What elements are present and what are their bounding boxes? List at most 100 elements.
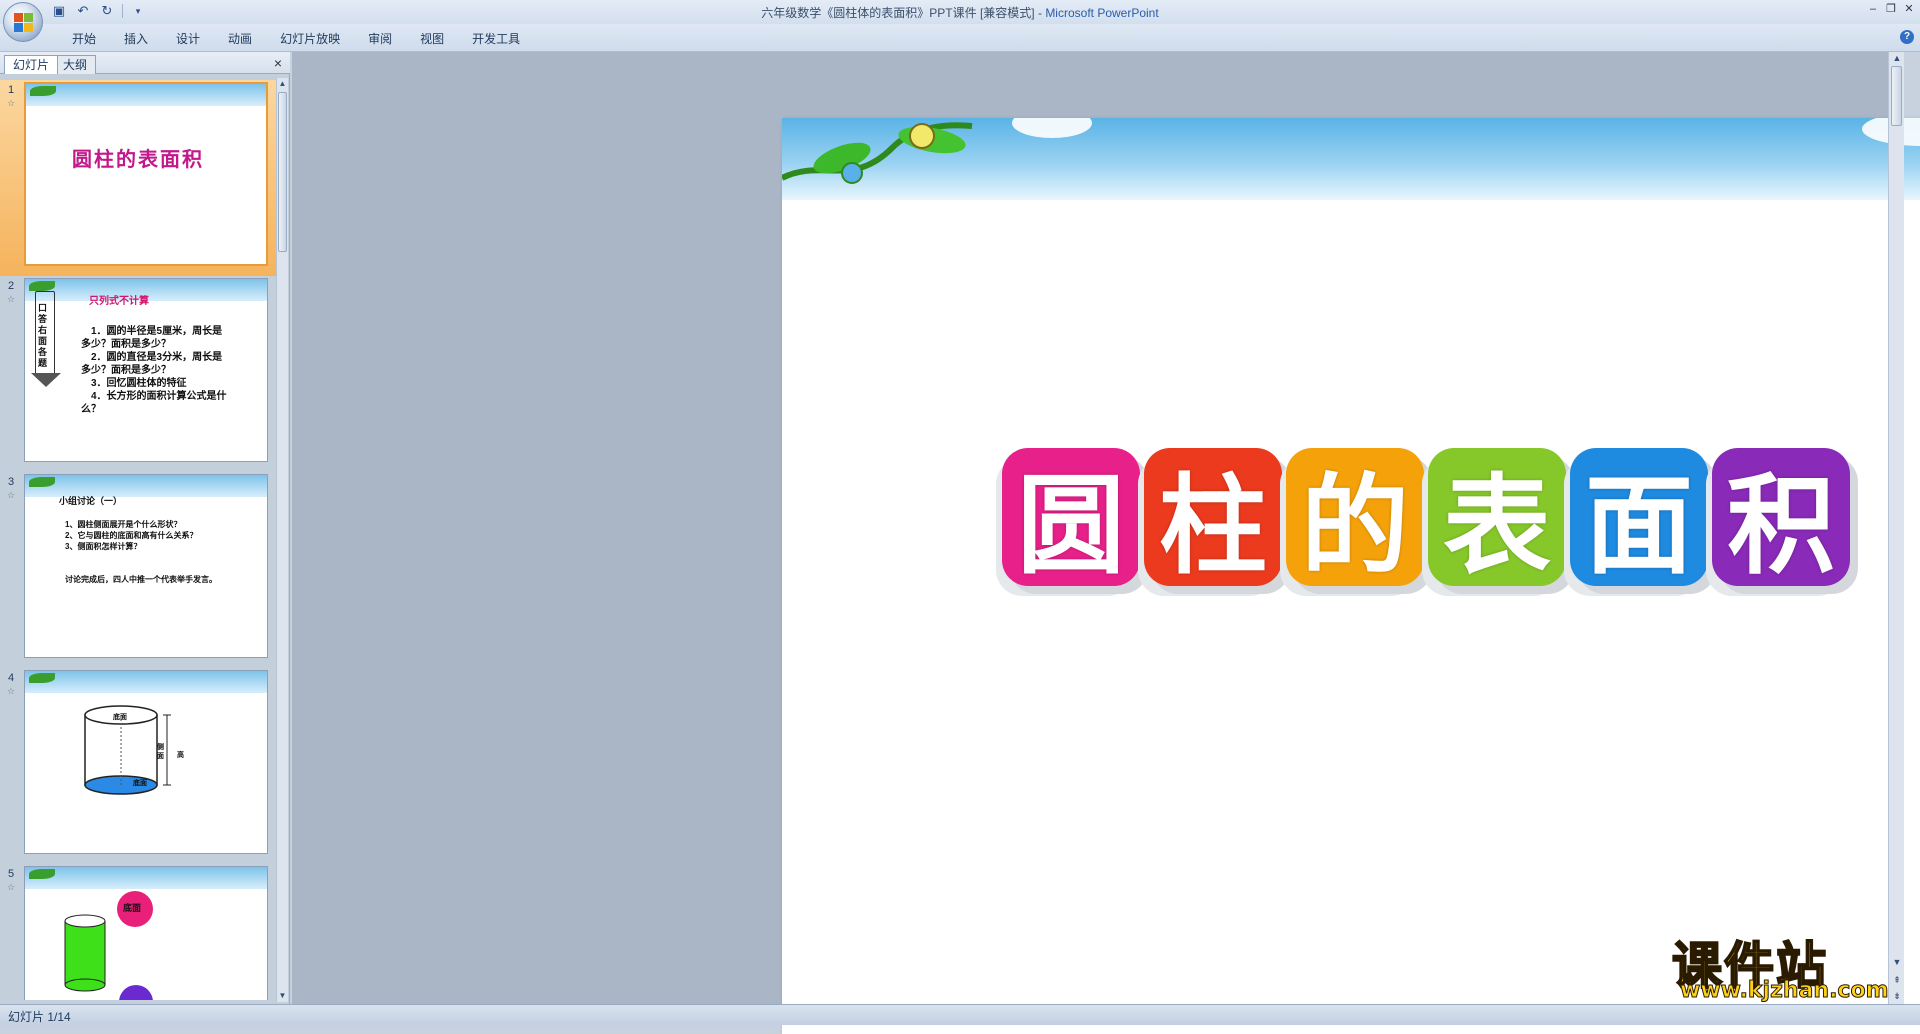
tab-animations[interactable]: 动画 <box>214 30 266 48</box>
sky-banner <box>25 867 267 889</box>
thumbnail-line: 1、圆柱侧面展开是个什么形状？ <box>65 520 182 529</box>
sky-banner <box>25 475 267 497</box>
office-button[interactable] <box>3 2 43 42</box>
office-logo-icon <box>14 13 34 33</box>
sky-banner <box>26 84 266 106</box>
slide-title[interactable]: 圆 柱 的 表 面 积 <box>1002 448 1850 589</box>
ribbon-tabs: 开始 插入 设计 动画 幻灯片放映 审阅 视图 开发工具 <box>58 30 534 48</box>
thumbnail-line: 多少？面积是多少？ <box>81 365 171 376</box>
window-title: 六年级数学《圆柱体的表面积》PPT课件 [兼容模式] - Microsoft P… <box>0 4 1920 21</box>
scroll-up-icon[interactable]: ▲ <box>277 78 288 90</box>
slide-thumbnail-2[interactable]: 2 ☆ 口答右面各题 只列式不计算 1．圆的半径是5厘米，周长是 多少？面积是多… <box>0 276 276 472</box>
vine-decoration <box>29 869 55 879</box>
vine-decoration <box>29 281 55 291</box>
thumbnail-list: 1 ☆ 圆柱的表面积 2 ☆ 口答右面各题 只列式不计算 1．圆的半径是5厘米，… <box>0 80 276 1000</box>
tab-outline[interactable]: 大纲 <box>54 55 97 74</box>
slides-scrollbar[interactable]: ▲ ▼ <box>276 78 288 1002</box>
thumbnail-heading: 小组讨论（一） <box>59 496 123 506</box>
close-pane-icon[interactable]: × <box>274 55 282 71</box>
thumbnail-label: 底面 <box>123 903 142 913</box>
title-char: 表 <box>1428 448 1566 589</box>
slide-thumbnail-1[interactable]: 1 ☆ 圆柱的表面积 <box>0 80 276 276</box>
animation-star-icon: ☆ <box>7 98 16 108</box>
scroll-up-icon[interactable]: ▲ <box>1889 52 1905 64</box>
thumbnail-canvas: 圆柱的表面积 <box>24 82 268 266</box>
vine-snail-decoration <box>782 122 973 184</box>
help-icon[interactable]: ? <box>1900 30 1914 44</box>
slide-number: 5 <box>8 868 15 880</box>
vine-decoration <box>29 477 55 487</box>
tab-view[interactable]: 视图 <box>406 30 458 48</box>
scroll-thumb[interactable] <box>1891 66 1902 126</box>
thumbnail-line: 多少？面积是多少？ <box>81 339 171 350</box>
side-label: 口答右面各题 <box>38 303 48 368</box>
tab-developer[interactable]: 开发工具 <box>458 30 534 48</box>
thumbnail-title: 圆柱的表面积 <box>72 149 204 171</box>
watermark-url: www.kjzhan.com <box>1680 978 1890 1004</box>
arrow-tip-icon <box>31 373 61 387</box>
thumbnail-label: 底面 <box>133 780 147 787</box>
status-bar: 幻灯片 1/14 <box>0 1004 1920 1025</box>
thumbnail-line: 3．回忆圆柱体的特征 <box>91 378 187 389</box>
animation-star-icon: ☆ <box>7 294 16 304</box>
slide-thumbnail-3[interactable]: 3 ☆ 小组讨论（一） 1、圆柱侧面展开是个什么形状？ 2、它与圆柱的底面和高有… <box>0 472 276 668</box>
title-char: 的 <box>1286 448 1424 589</box>
editor-scrollbar[interactable]: ▲ ▼ ⇞ ⇟ <box>1888 52 1904 1004</box>
thumbnail-heading: 只列式不计算 <box>89 296 149 307</box>
app-name: Microsoft PowerPoint <box>1045 6 1159 20</box>
thumbnail-line: 1．圆的半径是5厘米，周长是 <box>91 326 223 337</box>
green-cylinder-icon <box>64 914 106 992</box>
sky-banner <box>25 671 267 693</box>
thumbnail-line: 么？ <box>81 404 101 415</box>
purple-circle-shape <box>119 985 153 1000</box>
slide-counter: 幻灯片 1/14 <box>8 1010 71 1024</box>
title-char: 积 <box>1712 448 1850 589</box>
thumbnail-line: 3、侧面积怎样计算？ <box>65 542 142 551</box>
slide-number: 3 <box>8 476 15 488</box>
title-char: 柱 <box>1144 448 1282 589</box>
scroll-down-icon[interactable]: ▼ <box>277 990 288 1002</box>
animation-star-icon: ☆ <box>7 882 16 892</box>
tab-slideshow[interactable]: 幻灯片放映 <box>266 30 354 48</box>
ribbon-tab-bar: 开始 插入 设计 动画 幻灯片放映 审阅 视图 开发工具 ? <box>0 24 1920 52</box>
vine-decoration <box>29 673 55 683</box>
title-bar: ▣ ↶ ↻ ▾ 六年级数学《圆柱体的表面积》PPT课件 [兼容模式] - Mic… <box>0 0 1920 42</box>
thumbnail-line: 2．圆的直径是3分米，周长是 <box>91 352 223 363</box>
tab-home[interactable]: 开始 <box>58 30 110 48</box>
tab-review[interactable]: 审阅 <box>354 30 406 48</box>
tab-design[interactable]: 设计 <box>162 30 214 48</box>
thumbnail-footer: 讨论完成后，四人中推一个代表举手发言。 <box>65 575 217 584</box>
document-title: 六年级数学《圆柱体的表面积》PPT课件 [兼容模式] - <box>761 6 1046 20</box>
tab-insert[interactable]: 插入 <box>110 30 162 48</box>
restore-icon[interactable]: ❐ <box>1884 2 1898 16</box>
vine-decoration <box>30 86 56 96</box>
window-controls: – ❐ ✕ <box>1866 2 1916 16</box>
thumbnail-label: 侧面 <box>157 744 164 760</box>
thumbnail-line: 2、它与圆柱的底面和高有什么关系？ <box>65 531 198 540</box>
slide-number: 4 <box>8 672 15 684</box>
current-slide[interactable]: 圆 柱 的 表 面 积 <box>782 118 1920 1034</box>
thumbnail-canvas: 口答右面各题 只列式不计算 1．圆的半径是5厘米，周长是 多少？面积是多少？ 2… <box>24 278 268 462</box>
minimize-icon[interactable]: – <box>1866 2 1880 16</box>
title-char: 圆 <box>1002 448 1140 589</box>
slide-number: 2 <box>8 280 15 292</box>
slides-pane: 幻灯片 大纲 × 1 ☆ 圆柱的表面积 2 ☆ 口答右面各题 只列式不计算 1．… <box>0 52 290 1004</box>
title-char: 面 <box>1570 448 1708 589</box>
site-watermark: 课件站 www.kjzhan.com <box>1668 926 1904 1004</box>
slide-thumbnail-4[interactable]: 4 ☆ 底面 侧面 高 底面 <box>0 668 276 864</box>
slide-number: 1 <box>8 84 15 96</box>
close-icon[interactable]: ✕ <box>1902 2 1916 16</box>
thumbnail-canvas: 小组讨论（一） 1、圆柱侧面展开是个什么形状？ 2、它与圆柱的底面和高有什么关系… <box>24 474 268 658</box>
thumbnail-line: 4．长方形的面积计算公式是什 <box>91 391 227 402</box>
animation-star-icon: ☆ <box>7 490 16 500</box>
slide-editor: 圆 柱 的 表 面 积 ▲ ▼ ⇞ ⇟ <box>292 52 1920 1034</box>
thumbnail-canvas: 底面 侧面 高 底面 <box>24 670 268 854</box>
scroll-thumb[interactable] <box>278 92 287 252</box>
thumbnail-canvas: 底面 <box>24 866 268 1000</box>
slide-thumbnail-5[interactable]: 5 ☆ 底面 <box>0 864 276 1000</box>
pane-tabs: 幻灯片 大纲 × <box>0 52 290 74</box>
thumbnail-label: 高 <box>177 752 184 759</box>
tab-slides[interactable]: 幻灯片 <box>4 55 59 74</box>
animation-star-icon: ☆ <box>7 686 16 696</box>
thumbnail-label: 底面 <box>113 714 127 721</box>
